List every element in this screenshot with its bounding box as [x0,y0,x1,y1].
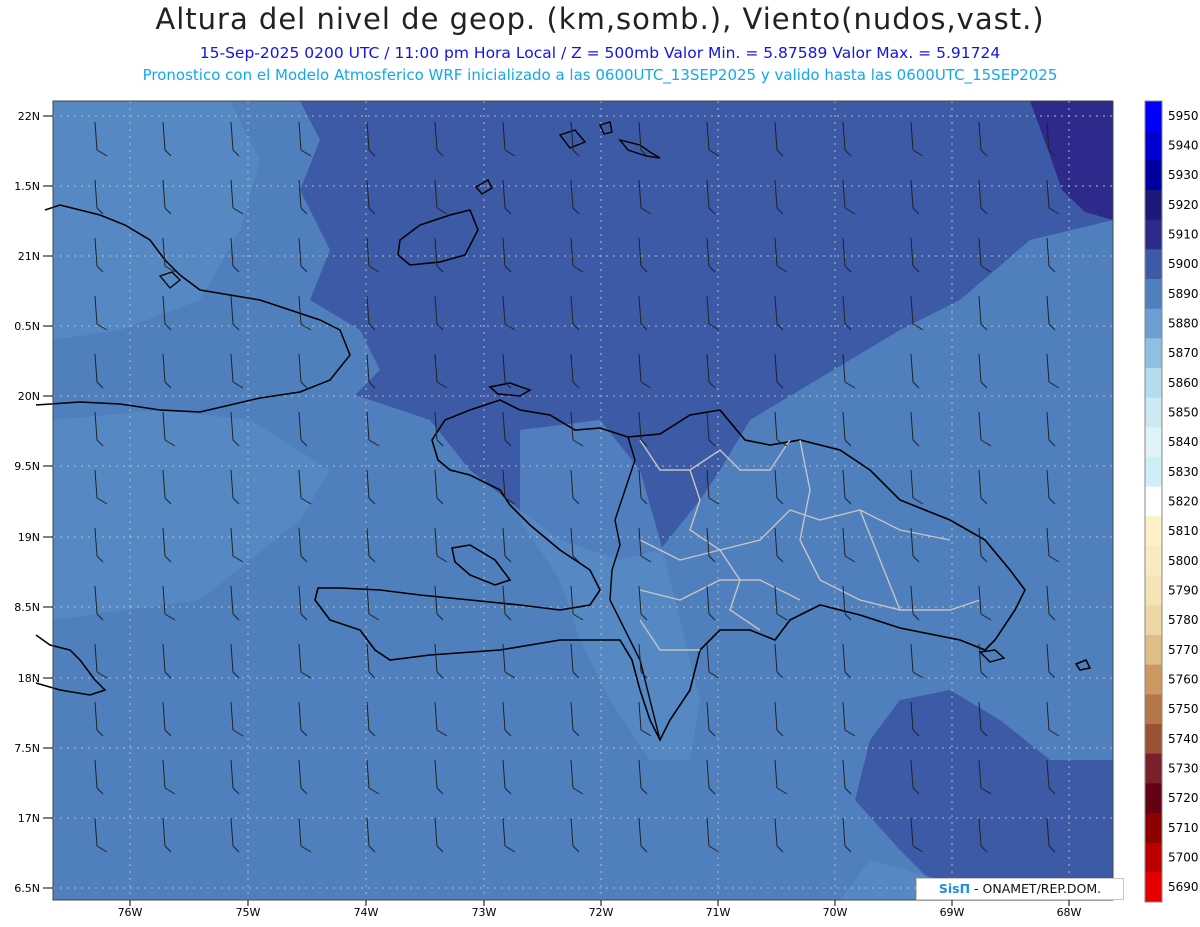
colorbar-label: 5840 [1168,435,1199,449]
colorbar-label: 5910 [1168,228,1199,242]
lon-label: 69W [940,906,965,919]
colorbar-label: 5730 [1168,762,1199,776]
colorbar-label: 5720 [1168,791,1199,805]
colorbar-label: 5850 [1168,406,1199,420]
map-panel [35,100,1114,901]
colorbar-label: 5940 [1168,139,1199,153]
colorbar-label: 5760 [1168,673,1199,687]
lat-label: 9.5N [14,460,40,473]
colorbar: 5950 5940 5930 5920 5910 5900 5890 5880 5870 5860… [1144,100,1199,903]
lat-label: 18N [18,672,40,685]
colorbar-label: 5920 [1168,198,1199,212]
lon-label: 75W [236,906,261,919]
sispi-logo: SisΠ [938,881,971,896]
colorbar-label: 5880 [1168,317,1199,331]
lat-label: 22N [18,110,40,123]
colorbar-swatch [1145,457,1162,488]
lon-label: 74W [354,906,379,919]
latitude-axis: 22N 1.5N 21N 0.5N 20N 9.5N 19N 8.5N 18N … [14,110,40,895]
lon-label: 71W [706,906,731,919]
colorbar-swatch [1145,190,1162,221]
colorbar-swatch [1145,249,1162,280]
lat-label: 7.5N [14,742,40,755]
colorbar-label: 5830 [1168,465,1199,479]
colorbar-swatch [1145,575,1162,606]
colorbar-swatch [1145,427,1162,458]
colorbar-swatch [1145,753,1162,784]
colorbar-swatch [1145,279,1162,310]
colorbar-label: 5810 [1168,524,1199,538]
lon-label: 70W [823,906,848,919]
forecast-map: 22N 1.5N 21N 0.5N 20N 9.5N 19N 8.5N 18N … [14,100,1199,919]
colorbar-swatch [1145,694,1162,725]
colorbar-label: 5930 [1168,168,1199,182]
colorbar-swatch [1145,842,1162,873]
colorbar-swatch [1145,308,1162,339]
lat-label: 8.5N [14,601,40,614]
colorbar-swatch [1145,664,1162,695]
colorbar-swatch [1145,368,1162,399]
lat-label: 19N [18,531,40,544]
colorbar-label: 5870 [1168,346,1199,360]
colorbar-swatch [1145,546,1162,577]
colorbar-swatch [1145,605,1162,636]
colorbar-swatch [1145,813,1162,844]
colorbar-swatch [1145,872,1162,903]
colorbar-label: 5780 [1168,613,1199,627]
lat-label: 20N [18,390,40,403]
credit-text: - ONAMET/REP.DOM. [970,881,1102,896]
colorbar-swatch [1145,724,1162,755]
colorbar-label: 5800 [1168,554,1199,568]
colorbar-label: 5890 [1168,287,1199,301]
lon-label: 68W [1057,906,1082,919]
colorbar-swatch [1145,338,1162,369]
colorbar-label: 5860 [1168,376,1199,390]
colorbar-swatch [1145,486,1162,517]
colorbar-label: 5700 [1168,851,1199,865]
lat-ticks [43,115,53,889]
longitude-axis: 76W 75W 74W 73W 72W 71W 70W 69W 68W [118,906,1082,919]
lat-label: 21N [18,250,40,263]
lon-label: 73W [472,906,497,919]
lon-label: 76W [118,906,143,919]
colorbar-label: 5750 [1168,702,1199,716]
colorbar-swatch [1145,783,1162,814]
colorbar-swatch [1145,516,1162,547]
colorbar-label: 5710 [1168,821,1199,835]
colorbar-label: 5790 [1168,584,1199,598]
colorbar-swatch [1145,160,1162,191]
colorbar-label: 5740 [1168,732,1199,746]
lat-label: 1.5N [14,180,40,193]
lat-label: 6.5N [14,882,40,895]
colorbar-swatch [1145,101,1162,132]
colorbar-label: 5820 [1168,495,1199,509]
colorbar-label: 5950 [1168,109,1199,123]
lat-label: 17N [18,812,40,825]
colorbar-swatch [1145,219,1162,250]
colorbar-label: 5900 [1168,257,1199,271]
colorbar-label: 5770 [1168,643,1199,657]
colorbar-swatch [1145,130,1162,161]
colorbar-swatch [1145,397,1162,428]
credit-box: SisΠ - ONAMET/REP.DOM. [916,878,1124,900]
lat-label: 0.5N [14,320,40,333]
lon-label: 72W [589,906,614,919]
colorbar-label: 5690 [1168,880,1199,894]
colorbar-swatch [1145,635,1162,666]
